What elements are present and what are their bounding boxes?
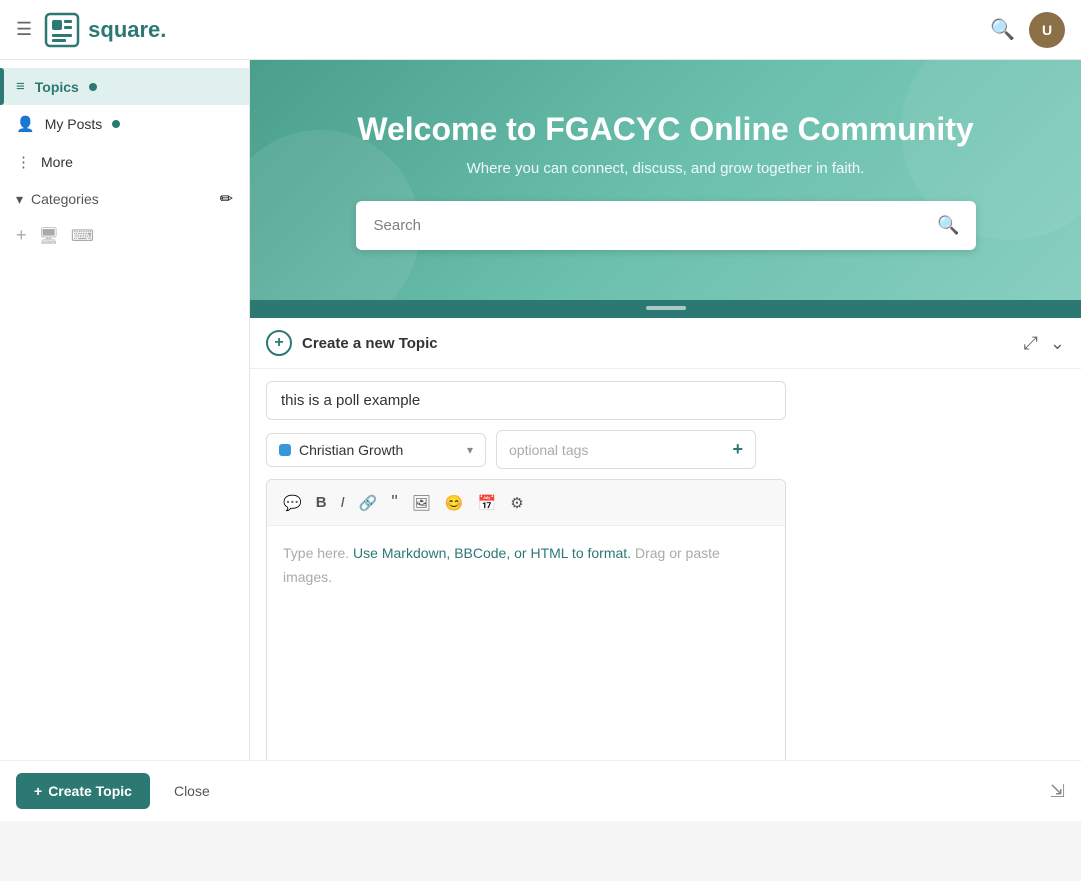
composer-header-right: ⤢ ⌄ [1024,333,1066,354]
search-button[interactable]: 🔍 [921,201,975,250]
expand-button[interactable]: ⤢ [1024,333,1038,354]
footer-collapse-button[interactable]: ⇲ [1050,781,1065,802]
toolbar-blockquote-btn[interactable]: " [385,488,403,517]
categories-header-left: ▾ Categories [16,191,99,208]
tags-add-icon: + [732,439,743,460]
editor-toolbar: 💬 B I 🔗 " 🖼 😊 📅 ⚙ [267,480,785,526]
close-button[interactable]: Close [162,773,222,809]
hero-section: Welcome to FGACYC Online Community Where… [250,60,1081,300]
editor-container: 💬 B I 🔗 " 🖼 😊 📅 ⚙ Type here. Use Markdow… [266,479,786,807]
keyboard-icon[interactable]: ⌨ [71,226,94,246]
markdown-link[interactable]: Use Markdown, BBCode, or HTML to format. [353,545,631,561]
sidebar-item-my-posts[interactable]: 👤 My Posts [0,105,249,143]
sidebar-item-topics[interactable]: ≡ Topics [0,68,249,105]
drag-handle-bar [646,306,686,310]
create-topic-button[interactable]: + Create Topic [16,773,150,809]
sidebar-item-label: My Posts [45,116,103,132]
hero-title: Welcome to FGACYC Online Community [290,110,1041,148]
toolbar-settings-btn[interactable]: ⚙ [504,490,529,516]
monitor-icon[interactable]: 🖥 [39,226,59,246]
toolbar-date-btn[interactable]: 📅 [472,490,503,516]
header-right: 🔍 U [990,12,1065,48]
category-select[interactable]: Christian Growth ▾ [266,433,486,467]
sidebar-item-label: More [41,154,73,170]
sidebar-item-more[interactable]: ⋮ More [0,143,249,181]
sidebar: ≡ Topics 👤 My Posts ⋮ More ▾ Categories … [0,60,250,821]
toolbar-bold-btn[interactable]: B [310,490,333,515]
logo[interactable]: square. [44,12,166,48]
sidebar-bottom-icons: + 🖥 ⌨ [0,217,249,254]
my-posts-dot [112,120,120,128]
my-posts-icon: 👤 [16,115,35,133]
search-input[interactable] [356,203,922,248]
tags-placeholder: optional tags [509,442,732,458]
categories-header-right: ✏ [220,189,233,209]
composer-header: + Create a new Topic ⤢ ⌄ [250,318,1081,369]
editor-placeholder: Type here. Use Markdown, BBCode, or HTML… [283,542,769,590]
composer-add-icon[interactable]: + [266,330,292,356]
toolbar-emoji-btn[interactable]: 😊 [439,490,470,516]
topics-dot [89,83,97,91]
topic-title-input[interactable] [266,381,786,420]
composer-title: Create a new Topic [302,335,438,352]
composer-header-left: + Create a new Topic [266,330,438,356]
hero-subtitle: Where you can connect, discuss, and grow… [290,160,1041,177]
category-label: Christian Growth [299,442,459,458]
footer-right: ⇲ [1050,781,1065,802]
composer-meta-row: Christian Growth ▾ optional tags + [266,430,1065,469]
category-color-dot [279,444,291,456]
add-icon[interactable]: + [16,225,27,246]
logo-text: square. [88,17,166,43]
create-topic-plus-icon: + [34,783,42,799]
composer-footer: + Create Topic Close ⇲ [0,760,1081,821]
more-icon: ⋮ [16,153,31,171]
composer: + Create a new Topic ⤢ ⌄ Christian Growt… [250,316,1081,819]
categories-section[interactable]: ▾ Categories ✏ [0,181,249,217]
logo-icon [44,12,80,48]
edit-icon[interactable]: ✏ [220,189,233,209]
toolbar-speech-btn[interactable]: 💬 [277,490,308,516]
hero-search: 🔍 [356,201,976,250]
active-bar [0,68,4,105]
toolbar-link-btn[interactable]: 🔗 [353,490,384,516]
topics-icon: ≡ [16,78,25,95]
composer-body: Christian Growth ▾ optional tags + 💬 B I… [250,369,1081,819]
chevron-down-icon: ▾ [467,443,473,457]
hamburger-icon[interactable]: ☰ [16,19,32,40]
footer-left: + Create Topic Close [16,773,222,809]
tags-input[interactable]: optional tags + [496,430,756,469]
chevron-down-icon: ▾ [16,191,23,208]
toolbar-image-btn[interactable]: 🖼 [406,490,437,516]
categories-label: Categories [31,191,99,207]
toolbar-italic-btn[interactable]: I [335,490,351,515]
layout: ≡ Topics 👤 My Posts ⋮ More ▾ Categories … [0,60,1081,821]
create-topic-label: Create Topic [48,783,132,799]
search-icon: 🔍 [937,215,959,235]
sidebar-item-label: Topics [35,79,79,95]
header: ☰ square. 🔍 U [0,0,1081,60]
collapse-button[interactable]: ⌄ [1050,333,1065,354]
main-content: Welcome to FGACYC Online Community Where… [250,60,1081,821]
avatar[interactable]: U [1029,12,1065,48]
search-icon-header[interactable]: 🔍 [990,17,1015,42]
drag-handle[interactable] [250,300,1081,316]
header-left: ☰ square. [16,12,166,48]
